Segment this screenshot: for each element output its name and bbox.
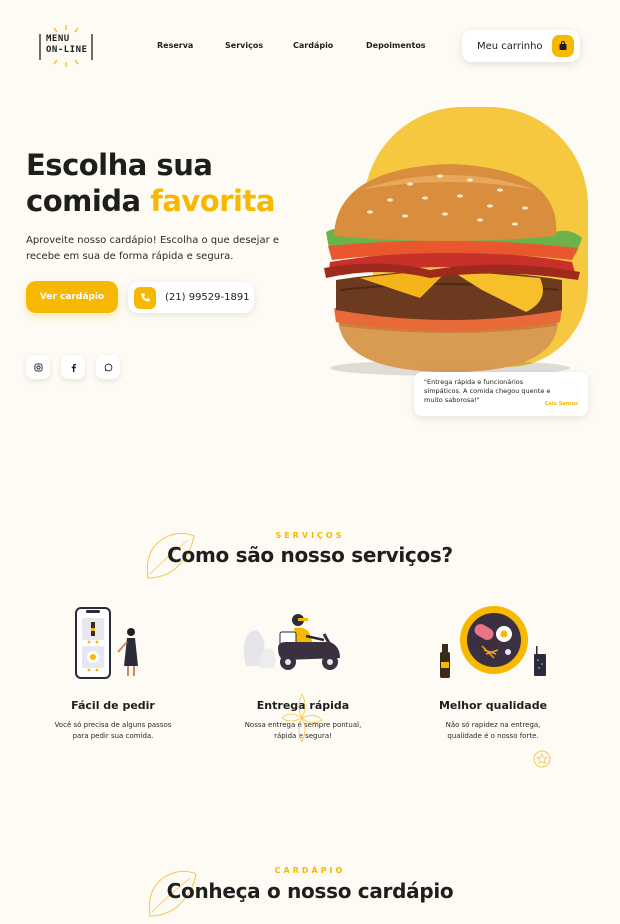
fast-delivery-illustration: [243, 614, 340, 670]
facebook-icon: [71, 363, 76, 372]
menu-kicker: CARDÁPIO: [274, 866, 346, 875]
phone-number: (21) 99529-1891: [165, 292, 250, 303]
testimonial-text: "Entrega rápida e funcionários simpático…: [424, 378, 551, 404]
logo-text-line2: ON-LINE: [46, 45, 88, 55]
burger-image: [324, 164, 582, 376]
service-text: Não só rapidez na entrega, qualidade é o…: [445, 721, 541, 740]
easy-order-illustration: [75, 607, 138, 679]
best-quality-illustration: [440, 606, 546, 678]
nav-cardapio[interactable]: Cardápio: [293, 41, 333, 50]
cart-icon: [552, 35, 574, 57]
logo[interactable]: MENU ON-LINE: [34, 24, 98, 68]
hero-description: Aproveite nosso cardápio! Escolha o que …: [26, 235, 280, 262]
facebook-button[interactable]: [61, 355, 85, 379]
nav-depoimentos[interactable]: Depoimentos: [366, 41, 426, 50]
whatsapp-icon: [104, 363, 112, 371]
menu-title: Conheça o nosso cardápio: [166, 879, 454, 903]
whatsapp-button[interactable]: [96, 355, 120, 379]
instagram-icon: [33, 362, 43, 372]
cart-button[interactable]: Meu carrinho: [462, 30, 580, 62]
testimonial-author: Caio Santos: [544, 401, 578, 407]
hero-title-accent: favorita: [150, 184, 275, 218]
flower-decoration-icon: [281, 693, 323, 743]
services-kicker: SERVIÇOS: [275, 531, 345, 540]
logo-text-line1: MENU: [46, 34, 70, 44]
see-menu-button[interactable]: Ver cardápio: [26, 281, 118, 313]
service-title: Fácil de pedir: [71, 699, 155, 712]
service-title: Melhor qualidade: [438, 699, 548, 712]
phone-button[interactable]: (21) 99529-1891: [128, 282, 254, 313]
services-title: Como são nosso serviços?: [167, 543, 453, 567]
service-card-easy: Fácil de pedir Você só precisa de alguns…: [28, 699, 198, 742]
phone-icon: [134, 286, 156, 309]
cart-label: Meu carrinho: [477, 40, 543, 52]
instagram-button[interactable]: [26, 355, 50, 379]
hero-title: Escolha sua comida favorita: [26, 147, 275, 219]
hero-title-line2: comida: [26, 184, 151, 218]
nav-servicos[interactable]: Serviços: [225, 41, 263, 50]
testimonial-card: "Entrega rápida e funcionários simpático…: [414, 372, 588, 416]
service-text: Você só precisa de alguns passos para pe…: [54, 721, 172, 740]
hero-title-line1: Escolha sua: [26, 148, 213, 182]
nav-reserva[interactable]: Reserva: [157, 41, 193, 50]
star-icon: [533, 750, 551, 768]
service-card-quality: Melhor qualidade Não só rapidez na entre…: [408, 699, 578, 742]
